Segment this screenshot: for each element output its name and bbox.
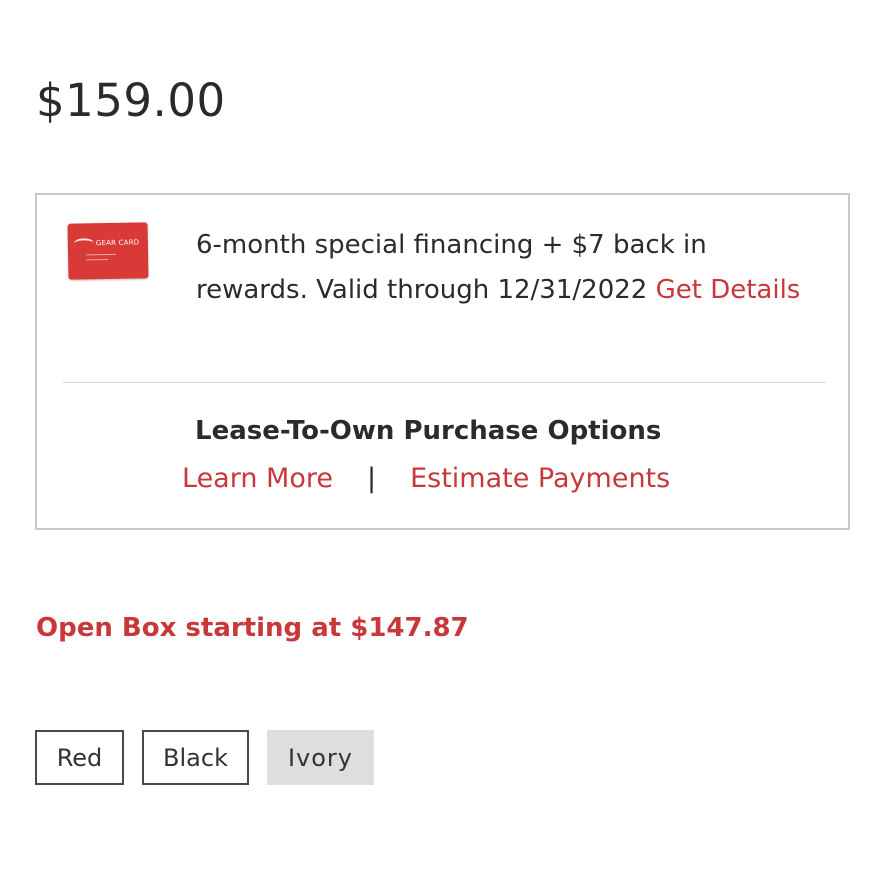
estimate-payments-link[interactable]: Estimate Payments (410, 463, 670, 494)
lease-links: Learn More | Estimate Payments (182, 463, 670, 494)
financing-divider (63, 382, 826, 383)
learn-more-link[interactable]: Learn More (182, 463, 333, 494)
gear-card-line (86, 253, 117, 256)
gear-card-image: GEAR CARD (67, 222, 149, 280)
color-option-black[interactable]: Black (142, 730, 249, 785)
financing-box: GEAR CARD 6-month special financing + $7… (35, 193, 850, 530)
lease-link-separator: | (366, 463, 377, 494)
open-box-link[interactable]: Open Box starting at $147.87 (36, 613, 469, 643)
color-option-ivory[interactable]: Ivory (267, 730, 374, 785)
financing-offer: 6-month special financing + $7 back in r… (196, 223, 816, 313)
gear-card-name: GEAR CARD (95, 238, 140, 248)
gear-card-logo (73, 238, 94, 249)
color-option-red[interactable]: Red (35, 730, 124, 785)
gear-card-line (86, 258, 109, 261)
lease-title: Lease-To-Own Purchase Options (195, 416, 662, 446)
product-price: $159.00 (36, 74, 226, 127)
financing-offer-text: 6-month special financing + $7 back in r… (196, 230, 707, 305)
get-details-link[interactable]: Get Details (656, 275, 801, 305)
color-options: Red Black Ivory (35, 730, 374, 785)
